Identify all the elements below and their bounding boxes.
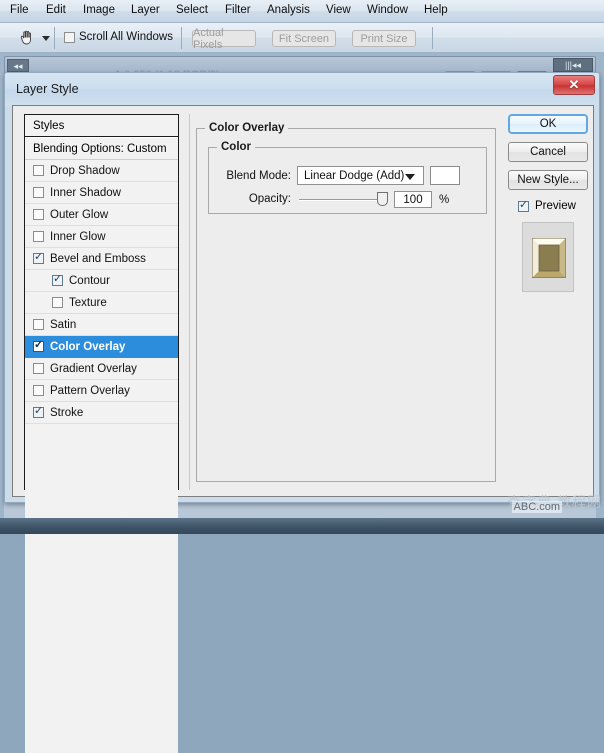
- color-overlay-settings-panel: Color Overlay Color Blend Mode: Linear D…: [189, 114, 500, 490]
- effect-label-stroke: Stroke: [50, 406, 84, 419]
- opacity-label: Opacity:: [248, 193, 291, 205]
- effect-checkbox-outer-glow[interactable]: [33, 209, 44, 220]
- new-style-button[interactable]: New Style...: [508, 170, 588, 190]
- actual-pixels-button[interactable]: Actual Pixels: [192, 27, 256, 51]
- cancel-button[interactable]: Cancel: [508, 142, 588, 162]
- effects-list: Drop Shadow Inner Shadow Outer Glow Inne…: [25, 160, 178, 753]
- effect-row-bevel-and-emboss[interactable]: Bevel and Emboss: [25, 248, 178, 270]
- print-size-button[interactable]: Print Size: [352, 30, 416, 47]
- options-bar: Scroll All Windows Actual Pixels Fit Scr…: [0, 23, 604, 53]
- effect-checkbox-satin[interactable]: [33, 319, 44, 330]
- menu-item-image[interactable]: Image: [83, 4, 115, 19]
- menu-item-file[interactable]: File: [10, 4, 29, 19]
- toolbar-separator-1: [54, 27, 55, 49]
- menu-item-select[interactable]: Select: [176, 4, 208, 19]
- hand-tool-icon[interactable]: [14, 27, 40, 49]
- dialog-body: Styles Blending Options: Custom Drop Sha…: [12, 105, 594, 753]
- close-icon[interactable]: ✕: [553, 75, 595, 95]
- effect-label-bevel-and-emboss: Bevel and Emboss: [50, 252, 146, 265]
- chevron-down-icon[interactable]: [42, 36, 50, 41]
- collapse-left-icon[interactable]: ◂◂: [7, 59, 29, 72]
- dialog-actions-panel: OK Cancel New Style... Preview: [508, 114, 588, 490]
- blending-options-row[interactable]: Blending Options: Custom: [25, 138, 178, 160]
- panel-collapse-icon[interactable]: |||◂◂: [553, 58, 593, 72]
- effect-checkbox-inner-shadow[interactable]: [33, 187, 44, 198]
- styles-header[interactable]: Styles: [25, 115, 178, 137]
- menu-item-help[interactable]: Help: [424, 4, 448, 19]
- opacity-input[interactable]: 100: [394, 191, 432, 208]
- menu-item-edit[interactable]: Edit: [46, 4, 66, 19]
- menu-bar: File Edit Image Layer Select Filter Anal…: [0, 0, 604, 23]
- overlay-color-swatch[interactable]: [430, 166, 460, 185]
- toolbar-separator-2: [181, 27, 182, 49]
- effect-label-gradient-overlay: Gradient Overlay: [50, 362, 137, 375]
- dialog-titlebar: Layer Style ✕: [5, 73, 599, 105]
- effect-row-outer-glow[interactable]: Outer Glow: [25, 204, 178, 226]
- blend-mode-dropdown[interactable]: Linear Dodge (Add): [297, 166, 424, 185]
- menu-item-window[interactable]: Window: [367, 4, 408, 19]
- menu-item-view[interactable]: View: [326, 4, 351, 19]
- layer-style-dialog: Layer Style ✕ Styles Blending Options: C…: [4, 72, 600, 753]
- taskbar: [0, 518, 604, 534]
- effect-checkbox-gradient-overlay[interactable]: [33, 363, 44, 374]
- blend-mode-label: Blend Mode:: [226, 170, 291, 182]
- dialog-title: Layer Style: [16, 82, 79, 96]
- effect-row-pattern-overlay[interactable]: Pattern Overlay: [25, 380, 178, 402]
- effect-checkbox-inner-glow[interactable]: [33, 231, 44, 242]
- chevron-down-icon: [405, 173, 415, 180]
- color-overlay-group: Color Overlay Color Blend Mode: Linear D…: [196, 122, 496, 482]
- effect-checkbox-stroke[interactable]: [33, 405, 44, 418]
- opacity-unit-label: %: [439, 194, 450, 206]
- preview-toggle[interactable]: Preview: [518, 199, 576, 212]
- effect-row-drop-shadow[interactable]: Drop Shadow: [25, 160, 178, 182]
- effect-label-satin: Satin: [50, 318, 77, 331]
- fit-screen-button[interactable]: Fit Screen: [272, 30, 336, 47]
- opacity-slider-thumb[interactable]: [377, 192, 388, 206]
- effect-label-color-overlay: Color Overlay: [50, 340, 126, 353]
- color-group: Color Blend Mode: Linear Dodge (Add) Opa…: [208, 141, 487, 214]
- effect-checkbox-texture[interactable]: [52, 297, 63, 308]
- menu-item-analysis[interactable]: Analysis: [267, 4, 310, 19]
- effect-row-inner-glow[interactable]: Inner Glow: [25, 226, 178, 248]
- effect-row-satin[interactable]: Satin: [25, 314, 178, 336]
- blend-mode-value: Linear Dodge (Add): [304, 169, 405, 182]
- effect-checkbox-color-overlay[interactable]: [33, 339, 44, 352]
- effects-list-empty-space: [25, 424, 178, 753]
- effect-label-inner-glow: Inner Glow: [50, 230, 106, 243]
- effect-row-texture[interactable]: Texture: [25, 292, 178, 314]
- toolbar-separator-3: [432, 27, 433, 49]
- color-overlay-group-label: Color Overlay: [205, 122, 289, 134]
- preview-label: Preview: [535, 200, 576, 212]
- scroll-all-windows-checkbox[interactable]: [64, 32, 75, 43]
- effect-label-texture: Texture: [69, 296, 107, 309]
- effect-checkbox-contour[interactable]: [52, 273, 63, 286]
- preview-checkbox[interactable]: [518, 199, 529, 212]
- scroll-all-windows-label: Scroll All Windows: [79, 31, 173, 43]
- menu-item-filter[interactable]: Filter: [225, 4, 251, 19]
- effect-checkbox-pattern-overlay[interactable]: [33, 385, 44, 396]
- color-group-label: Color: [217, 141, 256, 153]
- styles-list-panel: Styles Blending Options: Custom Drop Sha…: [24, 114, 179, 753]
- opacity-slider-track[interactable]: [299, 199, 384, 201]
- effect-row-contour[interactable]: Contour: [25, 270, 178, 292]
- menu-item-layer[interactable]: Layer: [131, 4, 160, 19]
- effect-label-pattern-overlay: Pattern Overlay: [50, 384, 130, 397]
- style-preview-thumbnail: [522, 222, 574, 292]
- effect-checkbox-bevel-and-emboss[interactable]: [33, 251, 44, 264]
- photoshop-app-window: File Edit Image Layer Select Filter Anal…: [0, 0, 604, 753]
- watermark-badge: ABC.com: [511, 501, 562, 513]
- effect-row-inner-shadow[interactable]: Inner Shadow: [25, 182, 178, 204]
- effect-row-gradient-overlay[interactable]: Gradient Overlay: [25, 358, 178, 380]
- effect-label-drop-shadow: Drop Shadow: [50, 164, 120, 177]
- effect-label-outer-glow: Outer Glow: [50, 208, 109, 221]
- effect-row-stroke[interactable]: Stroke: [25, 402, 178, 424]
- effect-row-color-overlay[interactable]: Color Overlay: [25, 336, 178, 358]
- effect-label-contour: Contour: [69, 274, 110, 287]
- preview-shape: [532, 238, 566, 278]
- effect-checkbox-drop-shadow[interactable]: [33, 165, 44, 176]
- ok-button[interactable]: OK: [508, 114, 588, 134]
- effect-label-inner-shadow: Inner Shadow: [50, 186, 121, 199]
